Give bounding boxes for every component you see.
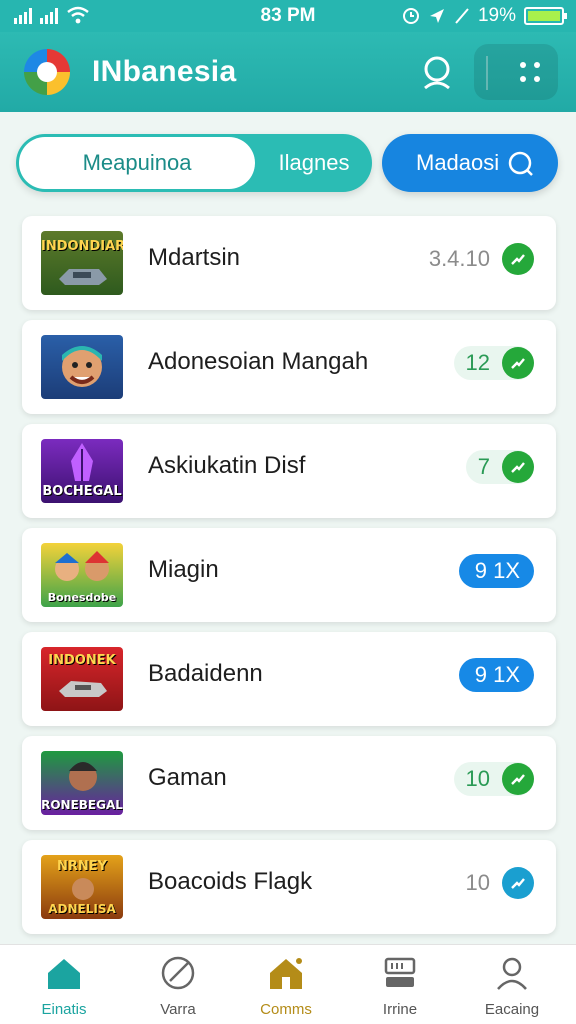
badge-text: 12 — [465, 350, 490, 375]
list-item[interactable]: RONEBEGAL Gaman 10 — [22, 736, 556, 830]
thumbnail-caption: Bonesdobe — [47, 591, 117, 604]
search-pill-label: Madaosi — [416, 150, 500, 175]
game-name: Mdartsin — [148, 244, 241, 271]
alarm-icon — [402, 8, 419, 24]
game-thumbnail: RONEBEGAL — [41, 751, 123, 815]
menu-button[interactable] — [474, 44, 558, 100]
nav-label: Irrine — [382, 1001, 418, 1018]
count-badge: 10 — [453, 762, 534, 796]
status-bar: 83 PM 19% — [0, 0, 576, 32]
search-button[interactable] — [418, 52, 458, 92]
house-icon — [270, 958, 302, 989]
refresh-search-icon — [508, 151, 533, 176]
game-name: Gaman — [148, 764, 227, 791]
nav-item-comms[interactable]: Comms — [234, 953, 338, 1021]
game-thumbnail: NRNEY ADNELISA — [41, 855, 123, 919]
badge-text: 7 — [477, 454, 490, 479]
list-item[interactable]: NRNEY ADNELISA Boacoids Flagk 10 — [22, 840, 556, 934]
game-name: Askiukatin Disf — [148, 452, 306, 479]
game-name: Adonesoian Mangah — [148, 348, 369, 375]
game-name: Boacoids Flagk — [148, 868, 313, 895]
nav-label: Eacaing — [484, 1001, 540, 1018]
badge-text: 9 1X — [474, 662, 520, 687]
search-pill-button[interactable]: Madaosi — [382, 134, 558, 192]
count-badge[interactable]: 9 1X — [458, 658, 534, 692]
tab-meapuinoa[interactable]: Meapuinoa — [19, 137, 255, 189]
nav-item-einatis[interactable]: Einatis — [12, 953, 116, 1021]
list-item[interactable]: Adonesoian Mangah 12 — [22, 320, 556, 414]
thumbnail-caption: NRNEY — [56, 859, 108, 874]
thumbnail-caption: INDONDIAR — [41, 239, 123, 254]
thumbnail-caption: ADNELISA — [48, 902, 116, 916]
count-badge: 12 — [453, 346, 534, 380]
check-icon[interactable] — [502, 451, 534, 483]
thumbnail-caption: INDONEK — [48, 653, 116, 668]
tab-group: Meapuinoa Ilagnes — [16, 134, 372, 192]
profile-icon — [497, 957, 527, 990]
count-badge[interactable]: 9 1X — [458, 554, 534, 588]
app-title: INbanesia — [92, 55, 237, 88]
app-logo — [24, 49, 70, 95]
list-item[interactable]: INDONDIAR Mdartsin 3.4.10 — [22, 216, 556, 310]
version-badge: 3.4.10 — [429, 242, 534, 276]
nav-label: Varra — [160, 1001, 196, 1018]
battery-percent: 19% — [477, 5, 516, 26]
compass-icon — [161, 956, 195, 990]
check-icon[interactable] — [502, 763, 534, 795]
tab-ilagnes[interactable]: Ilagnes — [260, 137, 368, 189]
check-icon[interactable] — [502, 243, 534, 275]
server-icon — [384, 957, 416, 987]
app-header: INbanesia — [0, 32, 576, 112]
game-name: Miagin — [148, 556, 219, 583]
search-icon — [424, 56, 450, 90]
nav-label: Einatis — [41, 1001, 87, 1018]
thumbnail-caption: BOCHEGAL — [42, 484, 122, 499]
check-icon[interactable] — [502, 867, 534, 899]
count-badge: 7 — [465, 450, 534, 484]
status-right: 19% — [402, 5, 567, 27]
bottom-nav: Einatis Varra Comms Irrine Eacaing — [0, 944, 576, 1024]
game-thumbnail: BOCHEGAL — [41, 439, 123, 503]
game-name: Badaidenn — [148, 660, 263, 687]
home-icon — [48, 959, 80, 989]
location-icon — [429, 9, 444, 23]
grid-dots-icon — [520, 62, 542, 82]
nav-item-eacaing[interactable]: Eacaing — [460, 953, 564, 1021]
nav-item-irrine[interactable]: Irrine — [348, 953, 452, 1021]
game-thumbnail: Bonesdobe — [41, 543, 123, 607]
game-thumbnail — [41, 335, 123, 399]
thumbnail-caption: RONEBEGAL — [41, 798, 123, 812]
badge-text: 10 — [465, 766, 490, 791]
list-item[interactable]: INDONEK Badaidenn 9 1X — [22, 632, 556, 726]
list-item[interactable]: Bonesdobe Miagin 9 1X — [22, 528, 556, 622]
game-thumbnail: INDONDIAR — [41, 231, 123, 295]
count-badge: 10 — [466, 866, 534, 900]
badge-text: 3.4.10 — [428, 246, 490, 271]
badge-text: 10 — [465, 870, 490, 895]
nav-label: Comms — [260, 1001, 312, 1018]
badge-text: 9 1X — [474, 558, 520, 583]
game-thumbnail: INDONEK — [41, 647, 123, 711]
list-item[interactable]: BOCHEGAL Askiukatin Disf 7 — [22, 424, 556, 518]
signal-arrow-icon — [455, 8, 469, 24]
nav-item-varra[interactable]: Varra — [126, 953, 230, 1021]
battery-icon — [524, 7, 567, 25]
check-icon[interactable] — [502, 347, 534, 379]
